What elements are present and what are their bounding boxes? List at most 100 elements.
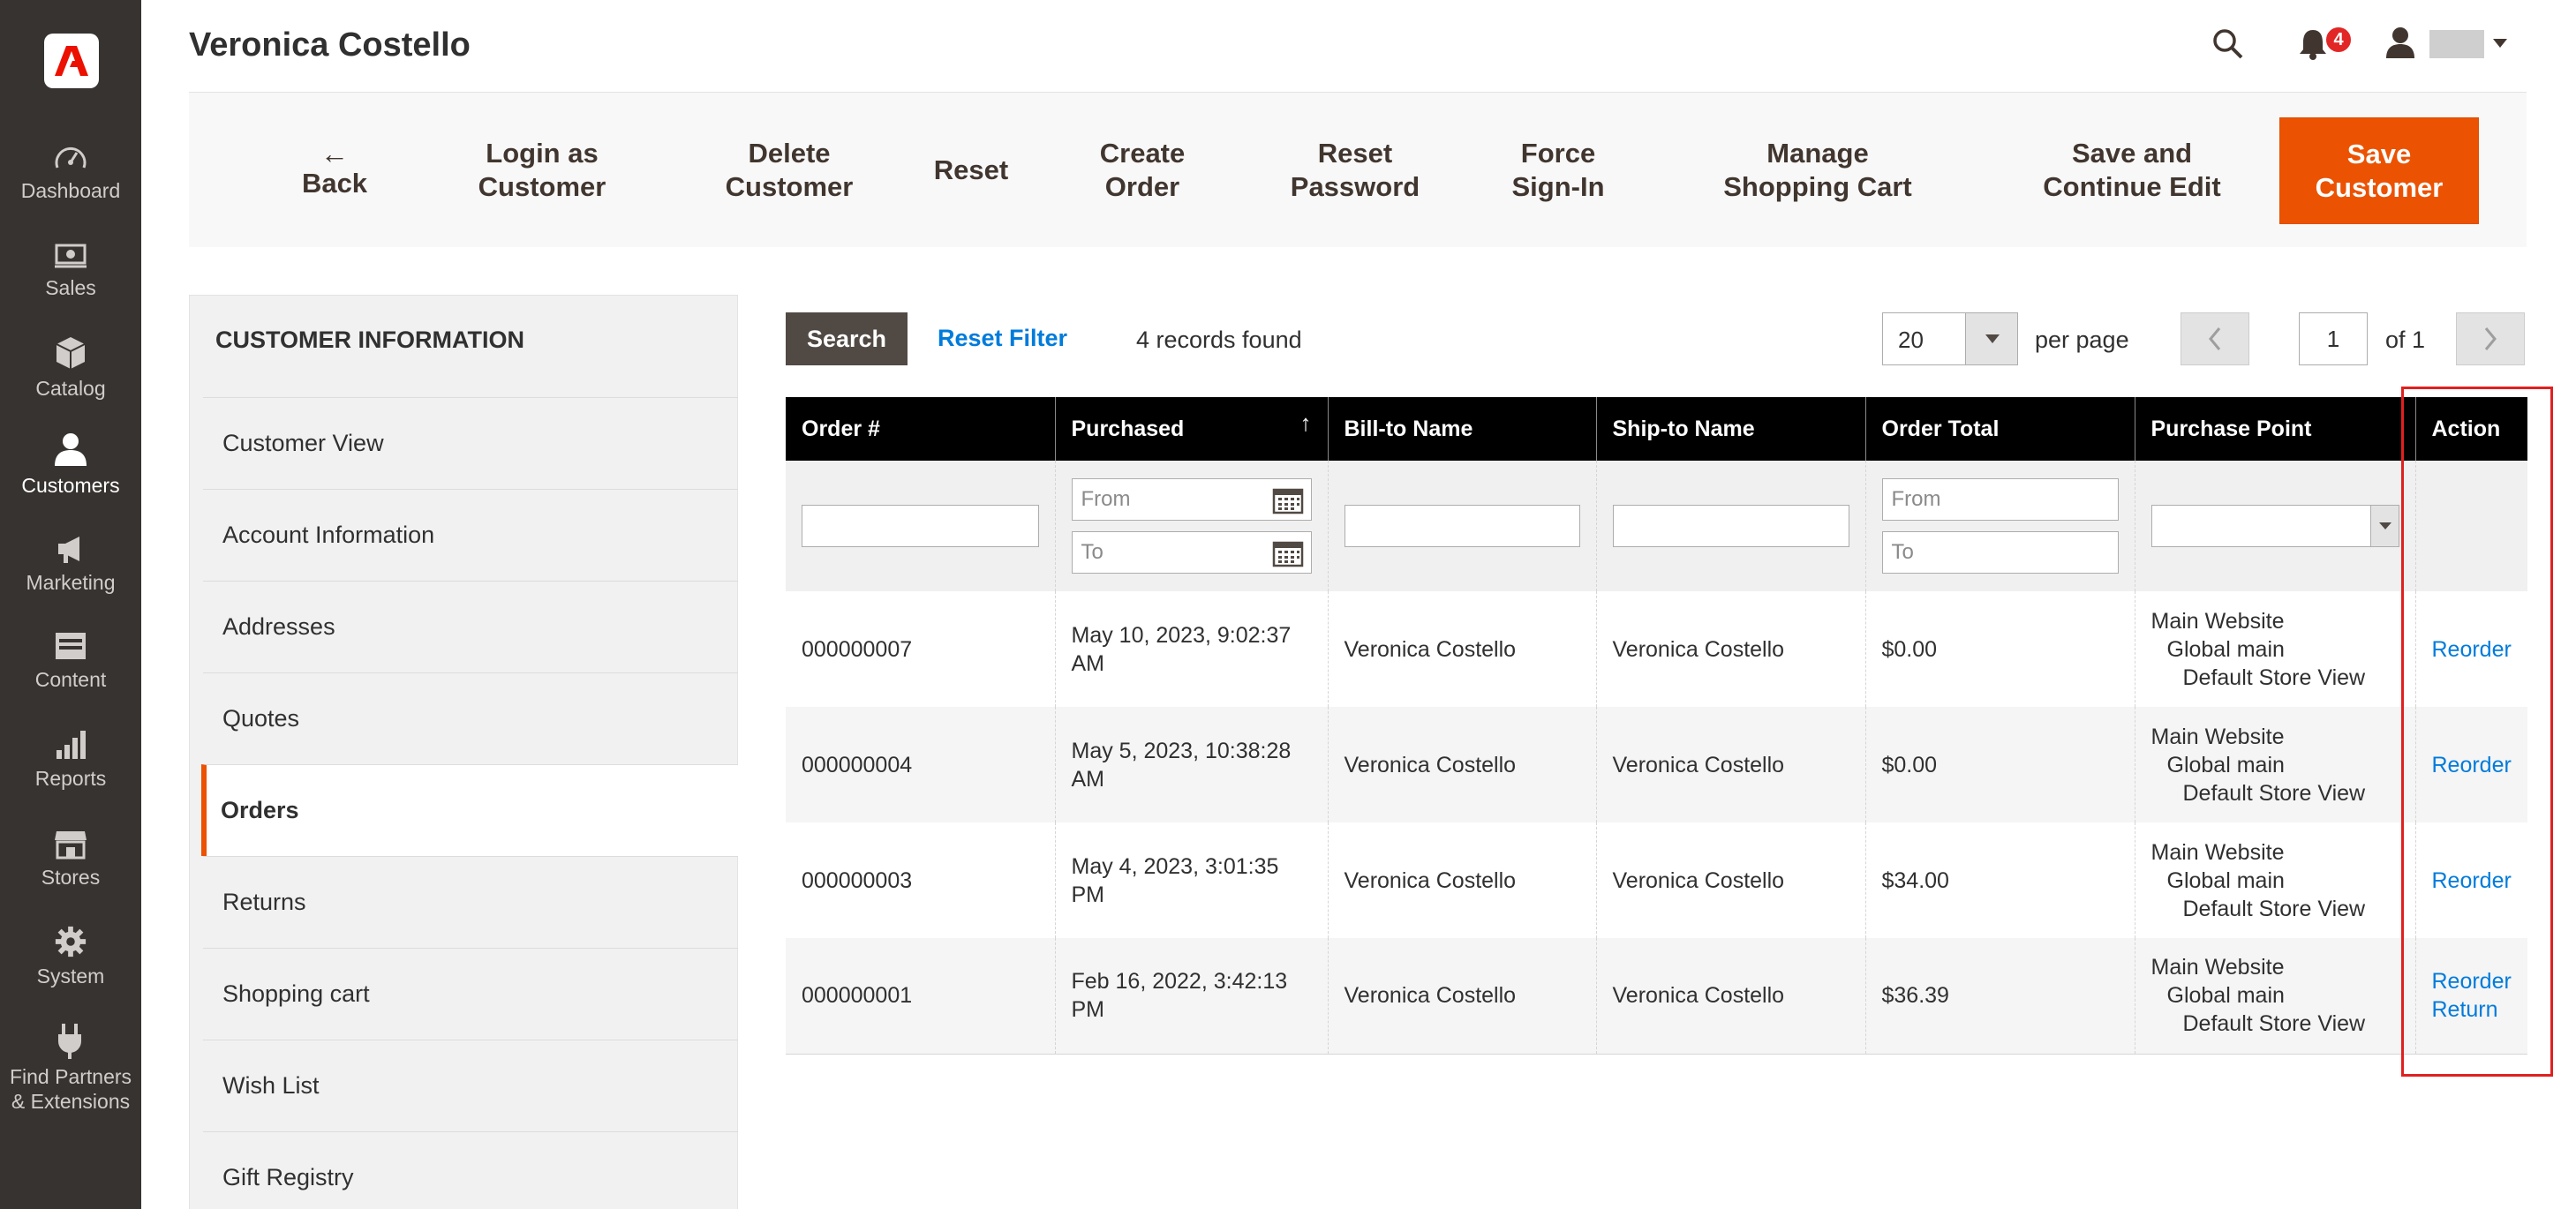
chevron-right-icon bbox=[2484, 327, 2497, 350]
delete-customer-button[interactable]: Delete Customer bbox=[701, 93, 877, 248]
order-number: 000000004 bbox=[786, 707, 1056, 822]
purchased-to-wrapper bbox=[1071, 531, 1312, 574]
column-header-order-total[interactable]: Order Total bbox=[1865, 397, 2135, 461]
sales-icon bbox=[55, 244, 87, 268]
reorder-link[interactable]: Reorder bbox=[2432, 635, 2512, 664]
nav-label: Content bbox=[34, 668, 107, 691]
purchased-date: Feb 16, 2022, 3:42:13 PM bbox=[1055, 938, 1329, 1055]
purchase-point-filter[interactable] bbox=[2150, 505, 2399, 547]
nav-item-find-partners[interactable]: Find Partners & Extensions bbox=[0, 1022, 141, 1114]
return-link[interactable]: Return bbox=[2432, 995, 2512, 1024]
calendar-icon[interactable] bbox=[1272, 486, 1304, 514]
tab-shopping-cart[interactable]: Shopping cart bbox=[203, 948, 738, 1040]
dashboard-icon bbox=[55, 147, 87, 169]
nav-item-sales[interactable]: Sales bbox=[0, 238, 141, 300]
catalog-icon bbox=[56, 337, 86, 369]
order-total-from-filter[interactable] bbox=[1881, 478, 2119, 521]
column-header-purchased[interactable]: Purchased ↑ bbox=[1055, 397, 1329, 461]
order-number: 000000001 bbox=[786, 938, 1056, 1055]
tab-account-information[interactable]: Account Information bbox=[203, 489, 738, 581]
content-icon bbox=[56, 633, 86, 659]
tab-orders[interactable]: Orders bbox=[201, 764, 738, 856]
tab-quotes[interactable]: Quotes bbox=[203, 672, 738, 764]
table-row[interactable]: 000000003 May 4, 2023, 3:01:35 PM Veroni… bbox=[786, 822, 2527, 938]
table-row[interactable]: 000000001 Feb 16, 2022, 3:42:13 PM Veroni… bbox=[786, 938, 2527, 1055]
reorder-link[interactable]: Reorder bbox=[2432, 751, 2512, 779]
nav-label: Sales bbox=[45, 276, 96, 299]
create-order-button[interactable]: Create Order bbox=[1072, 93, 1213, 248]
tab-returns[interactable]: Returns bbox=[203, 856, 738, 948]
nav-item-dashboard[interactable]: Dashboard bbox=[0, 141, 141, 203]
login-as-customer-button[interactable]: Login as Customer bbox=[445, 93, 639, 248]
search-button[interactable]: Search bbox=[786, 312, 908, 365]
tab-customer-view[interactable]: Customer View bbox=[203, 397, 738, 489]
nav-label: & Extensions bbox=[11, 1090, 131, 1113]
page-actions-toolbar: ← Back Login as Customer Delete Customer… bbox=[189, 92, 2527, 247]
arrow-left-icon: ← bbox=[320, 138, 349, 169]
tab-wish-list[interactable]: Wish List bbox=[203, 1040, 738, 1131]
order-number-filter[interactable] bbox=[802, 505, 1039, 547]
adobe-logo-icon bbox=[55, 46, 88, 76]
purchased-from-wrapper bbox=[1071, 478, 1312, 521]
nav-item-marketing[interactable]: Marketing bbox=[0, 533, 141, 595]
back-button[interactable]: ← Back bbox=[277, 93, 392, 248]
save-and-continue-button[interactable]: Save and Continue Edit bbox=[2013, 93, 2251, 248]
chevron-down-icon[interactable] bbox=[2493, 39, 2507, 48]
nav-item-customers[interactable]: Customers bbox=[0, 431, 141, 498]
page-title: Veronica Costello bbox=[189, 26, 471, 64]
action-cell: Reorder bbox=[2415, 822, 2527, 938]
nav-item-stores[interactable]: Stores bbox=[0, 828, 141, 890]
save-customer-button[interactable]: Save Customer bbox=[2279, 117, 2479, 224]
nav-item-system[interactable]: System bbox=[0, 925, 141, 988]
nav-label: System bbox=[36, 965, 105, 987]
ship-to-name: Veronica Costello bbox=[1596, 822, 1866, 938]
column-header-order[interactable]: Order # bbox=[786, 397, 1056, 461]
ship-to-name-filter[interactable] bbox=[1612, 505, 1849, 547]
adobe-logo[interactable] bbox=[44, 34, 99, 88]
tabs-title: CUSTOMER INFORMATION bbox=[215, 327, 524, 353]
nav-item-content[interactable]: Content bbox=[0, 630, 141, 692]
user-icon[interactable] bbox=[2385, 26, 2415, 58]
order-total-to-filter[interactable] bbox=[1881, 531, 2119, 574]
column-header-purchase-point[interactable]: Purchase Point bbox=[2135, 397, 2416, 461]
reset-password-button[interactable]: Reset Password bbox=[1271, 93, 1439, 248]
order-total: $0.00 bbox=[1865, 591, 2135, 707]
reorder-link[interactable]: Reorder bbox=[2432, 967, 2512, 995]
table-row[interactable]: 000000007 May 10, 2023, 9:02:37 AM Veroni… bbox=[786, 591, 2527, 707]
previous-page-button[interactable] bbox=[2181, 312, 2249, 365]
calendar-icon[interactable] bbox=[1272, 539, 1304, 567]
bill-to-name: Veronica Costello bbox=[1328, 591, 1597, 707]
search-icon[interactable] bbox=[2212, 28, 2244, 60]
chevron-down-icon[interactable] bbox=[2369, 506, 2399, 546]
reports-icon bbox=[56, 731, 86, 759]
ship-to-name: Veronica Costello bbox=[1596, 938, 1866, 1055]
tab-gift-registry[interactable]: Gift Registry bbox=[203, 1131, 738, 1209]
order-number: 000000007 bbox=[786, 591, 1056, 707]
plug-icon bbox=[58, 1024, 81, 1059]
nav-item-catalog[interactable]: Catalog bbox=[0, 335, 141, 401]
purchased-date: May 10, 2023, 9:02:37 AM bbox=[1055, 591, 1329, 707]
per-page-dropdown-toggle[interactable] bbox=[1965, 313, 2017, 364]
filter-cell-action bbox=[2415, 461, 2527, 591]
admin-nav: Dashboard Sales Catalog Customers Market… bbox=[0, 0, 141, 1209]
page-number-input[interactable] bbox=[2299, 312, 2368, 365]
purchase-point: Main Website Global main Default Store Vie… bbox=[2135, 591, 2416, 707]
filter-cell-ship-to bbox=[1596, 461, 1866, 591]
reset-button[interactable]: Reset bbox=[918, 93, 1024, 248]
next-page-button[interactable] bbox=[2456, 312, 2525, 365]
user-name-redacted[interactable] bbox=[2429, 30, 2484, 58]
tab-addresses[interactable]: Addresses bbox=[203, 581, 738, 672]
bill-to-name-filter[interactable] bbox=[1344, 505, 1580, 547]
column-header-ship-to-name[interactable]: Ship-to Name bbox=[1596, 397, 1866, 461]
notification-badge[interactable]: 4 bbox=[2324, 25, 2354, 55]
reorder-link[interactable]: Reorder bbox=[2432, 867, 2512, 895]
column-header-action: Action bbox=[2415, 397, 2527, 461]
manage-shopping-cart-button[interactable]: Manage Shopping Cart bbox=[1707, 93, 1928, 248]
reset-filter-link[interactable]: Reset Filter bbox=[938, 325, 1067, 352]
column-header-bill-to-name[interactable]: Bill-to Name bbox=[1328, 397, 1597, 461]
filter-cell-purchased bbox=[1055, 461, 1329, 591]
table-row[interactable]: 000000004 May 5, 2023, 10:38:28 AM Veroni… bbox=[786, 707, 2527, 822]
action-cell: Reorder Return bbox=[2415, 938, 2527, 1055]
force-signin-button[interactable]: Force Sign-In bbox=[1492, 93, 1624, 248]
nav-item-reports[interactable]: Reports bbox=[0, 729, 141, 791]
